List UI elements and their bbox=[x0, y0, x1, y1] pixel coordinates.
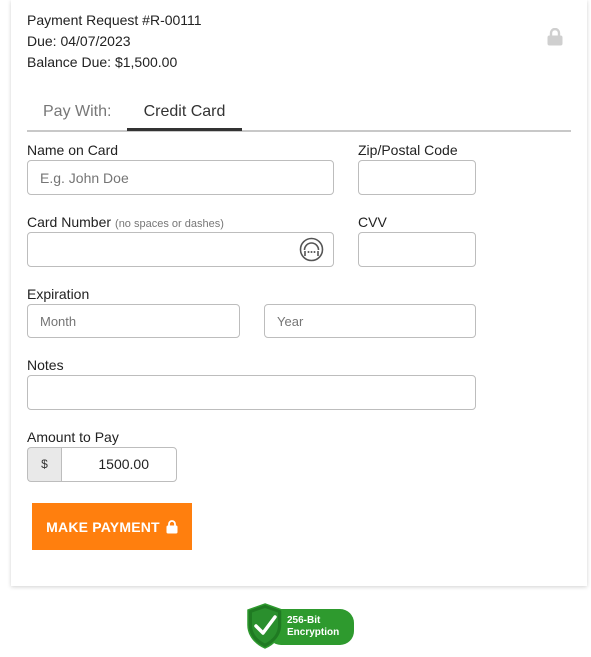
cvv-input[interactable] bbox=[358, 232, 476, 267]
name-on-card-input[interactable] bbox=[27, 160, 334, 195]
lock-icon bbox=[547, 28, 563, 46]
currency-prefix: $ bbox=[27, 447, 61, 482]
expiration-year-input[interactable] bbox=[264, 304, 476, 338]
zip-code-label: Zip/Postal Code bbox=[358, 142, 458, 158]
tab-credit-card[interactable]: Credit Card bbox=[127, 103, 242, 121]
cvv-label: CVV bbox=[358, 214, 387, 230]
expiration-label: Expiration bbox=[27, 286, 90, 302]
lock-icon bbox=[166, 519, 178, 533]
card-number-input[interactable] bbox=[27, 232, 334, 267]
amount-label: Amount to Pay bbox=[27, 429, 119, 445]
notes-input[interactable] bbox=[27, 375, 476, 410]
payment-card bbox=[11, 0, 587, 586]
card-number-label-text: Card Number bbox=[27, 214, 112, 230]
make-payment-label: MAKE PAYMENT bbox=[46, 518, 160, 535]
expiration-month-input[interactable] bbox=[27, 304, 240, 338]
card-scan-icon[interactable] bbox=[299, 237, 324, 262]
zip-code-input[interactable] bbox=[358, 160, 476, 195]
due-date: Due: 04/07/2023 bbox=[27, 33, 131, 49]
payment-tabs: Pay With: Credit Card bbox=[27, 97, 571, 132]
amount-input[interactable]: 1500.00 bbox=[61, 447, 177, 482]
notes-label: Notes bbox=[27, 357, 64, 373]
payment-request-number: Payment Request #R-00111 bbox=[27, 12, 202, 28]
encryption-badge-text: 256-Bit Encryption bbox=[287, 615, 339, 639]
balance-due: Balance Due: $1,500.00 bbox=[27, 54, 178, 70]
card-number-label: Card Number (no spaces or dashes) bbox=[27, 214, 224, 230]
card-number-hint: (no spaces or dashes) bbox=[115, 218, 224, 230]
make-payment-button[interactable]: MAKE PAYMENT bbox=[32, 503, 192, 550]
badge-line-1: 256-Bit bbox=[287, 615, 321, 626]
badge-line-2: Encryption bbox=[287, 627, 340, 638]
tab-pay-with-label: Pay With: bbox=[43, 103, 112, 120]
name-on-card-label: Name on Card bbox=[27, 142, 119, 158]
active-tab-indicator bbox=[127, 128, 242, 131]
